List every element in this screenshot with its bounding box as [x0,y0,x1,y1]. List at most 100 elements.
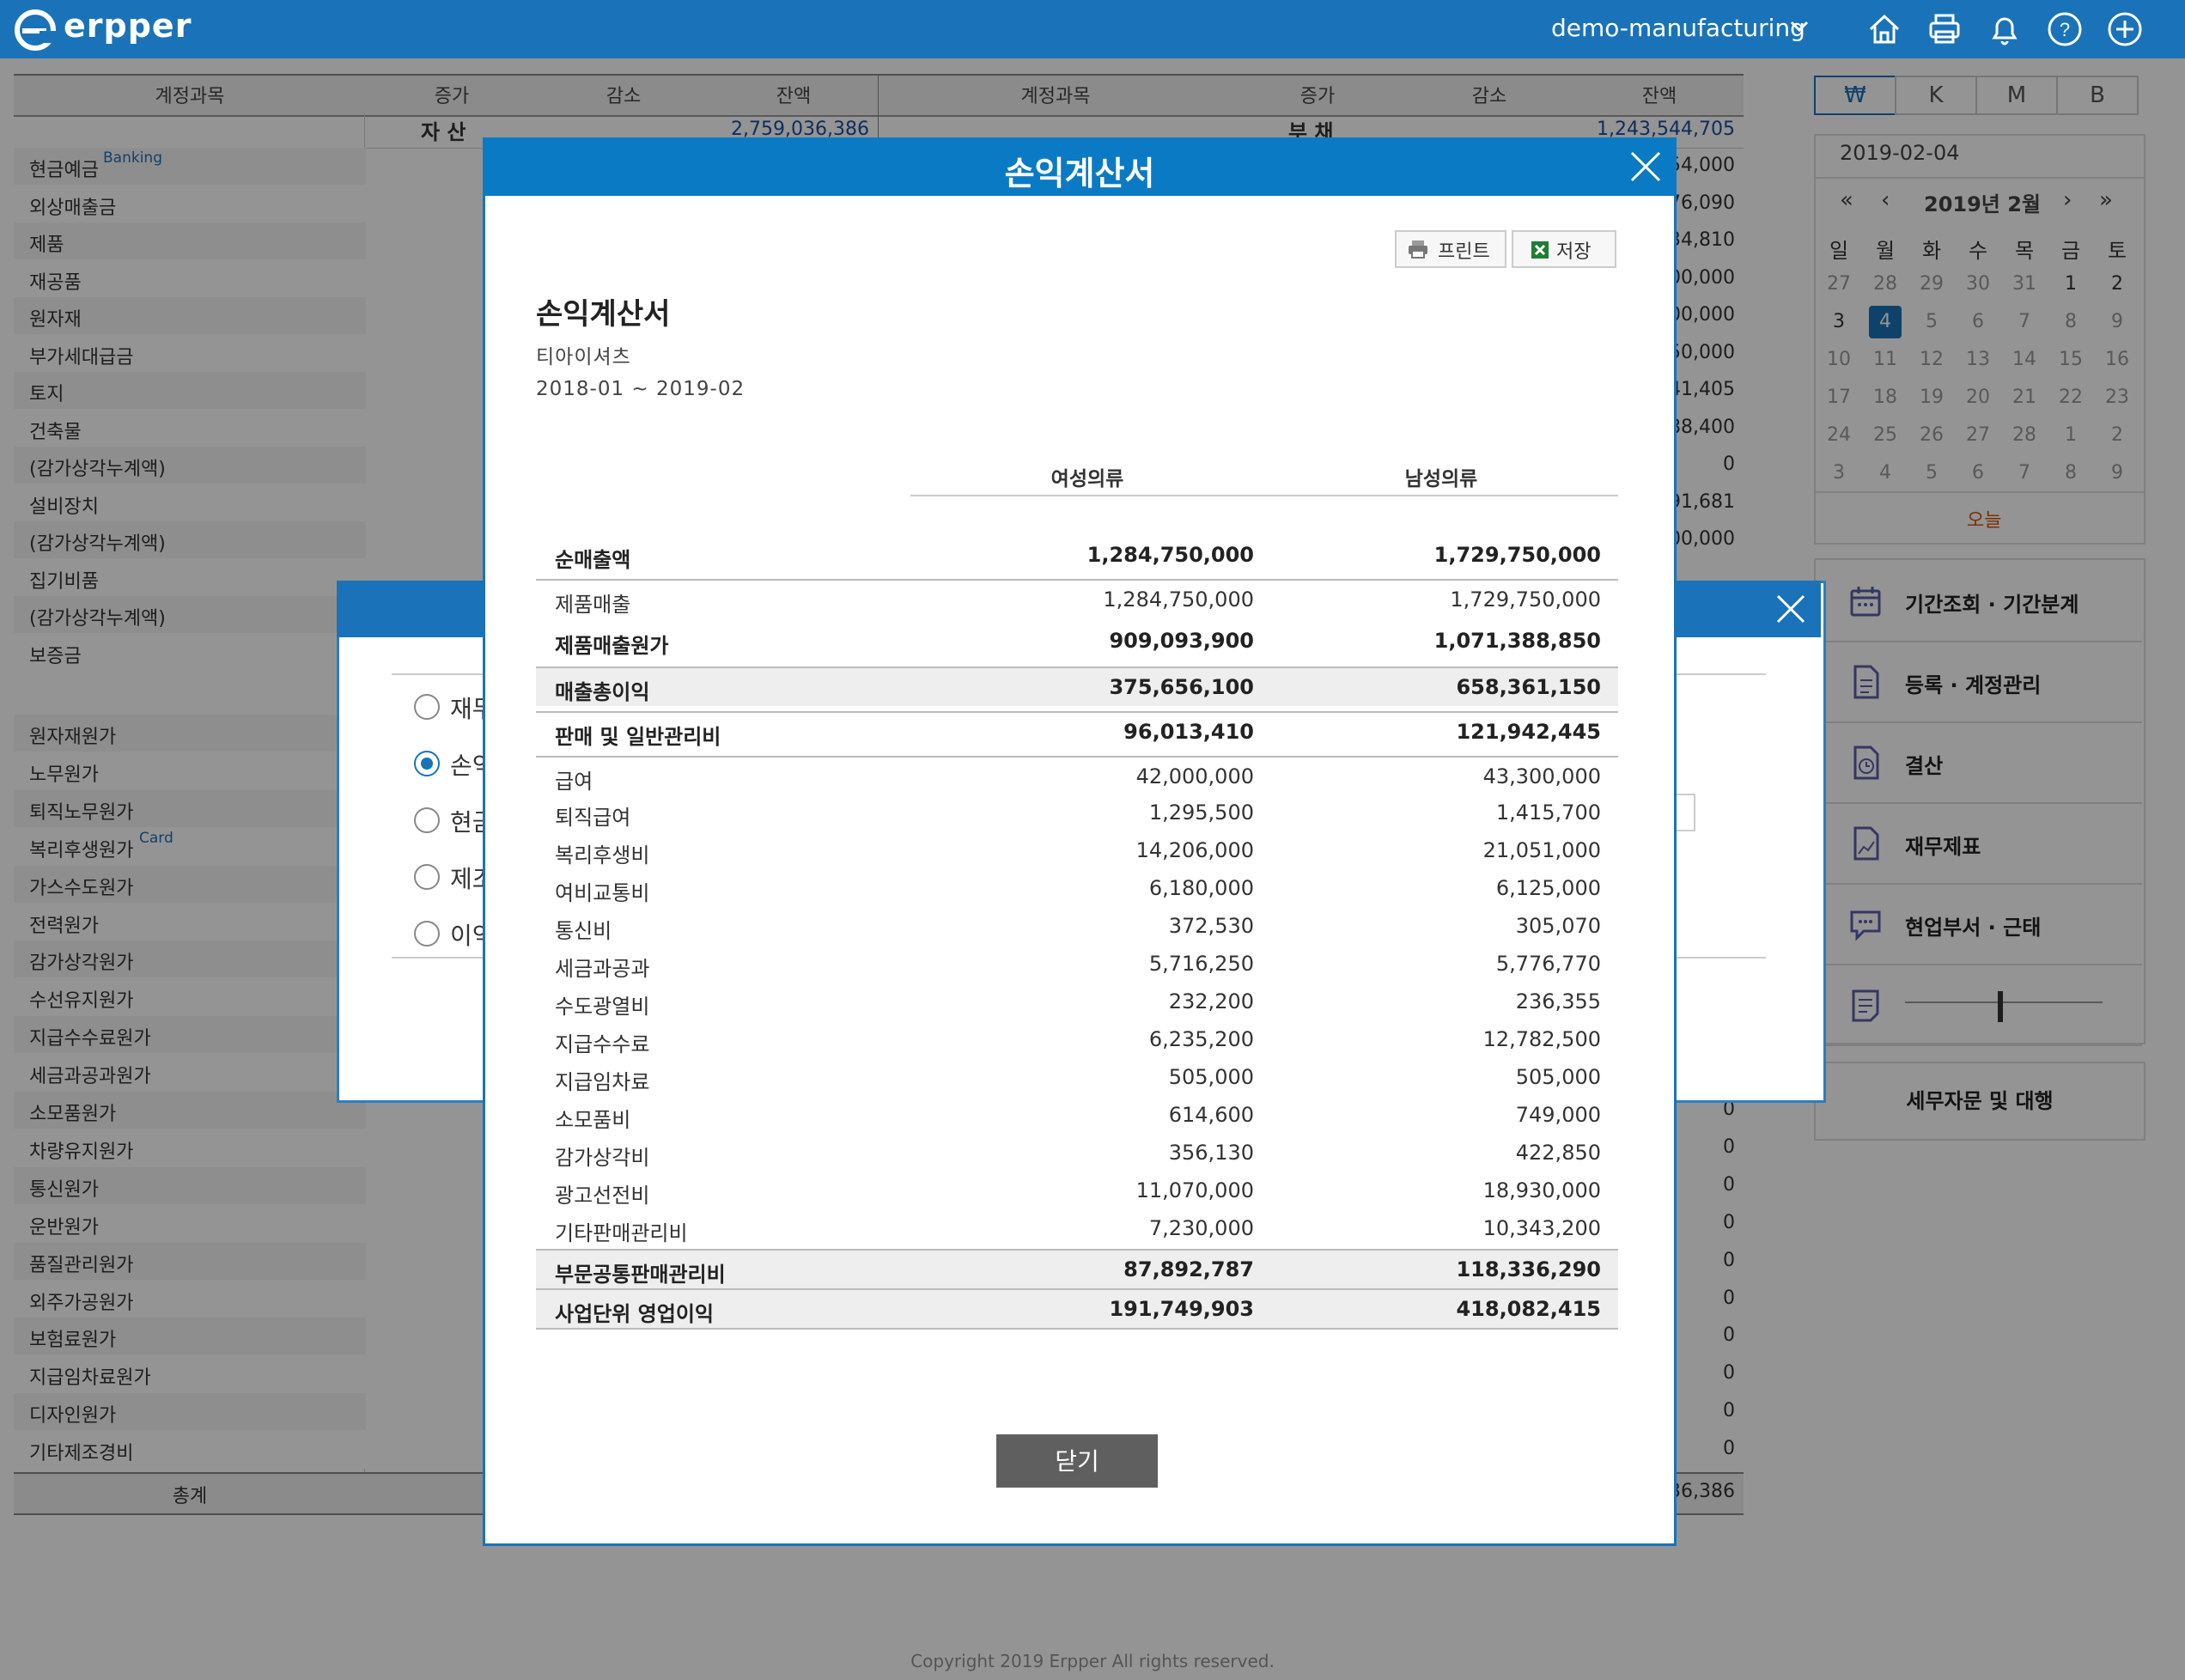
table-row: 세금과공과 5,716,250 5,776,770 [536,945,1618,983]
value-women: 7,230,000 [1148,1216,1254,1240]
svg-text:?: ? [2060,19,2070,40]
excel-icon [1531,241,1549,259]
footer-copyright: Copyright 2019 Erpper All rights reserve… [910,1651,1275,1671]
row-label: 여비교통비 [555,881,650,905]
row-label: 수도광열비 [555,995,650,1019]
value-men: 1,729,750,000 [1450,587,1601,612]
table-row: 제품매출 1,284,750,000 1,729,750,000 [536,579,1618,618]
value-women: 5,716,250 [1148,952,1254,976]
table-row: 감가상각비 356,130 422,850 [536,1134,1618,1172]
value-women: 1,295,500 [1148,800,1254,825]
column-header-women: 여성의류 [1050,468,1124,490]
value-men: 1,071,388,850 [1433,629,1601,653]
document-company: 티아이셔츠 [536,346,631,368]
column-header-men: 남성의류 [1404,468,1478,490]
column-header-rule [910,495,1618,496]
value-men: 21,051,000 [1482,838,1601,862]
value-men: 43,300,000 [1482,764,1601,788]
close-icon[interactable] [1628,149,1663,184]
save-label: 저장 [1556,241,1592,263]
document-period: 2018-01 ~ 2019-02 [536,378,746,400]
value-women: 372,530 [1168,914,1254,938]
table-row: 부문공통판매관리비 87,892,787 118,336,290 [536,1249,1618,1288]
company-selector[interactable]: demo-manufacturing [1551,14,1805,42]
bell-icon[interactable] [1986,10,2024,48]
report-option-radio[interactable] [414,921,440,947]
home-icon[interactable] [1865,10,1903,48]
row-label: 광고선전비 [555,1184,650,1208]
table-row: 소모품비 614,600 749,000 [536,1096,1618,1134]
value-women: 11,070,000 [1135,1178,1254,1202]
report-option-radio[interactable] [414,807,440,833]
row-label: 판매 및 일반관리비 [555,725,721,749]
value-men: 5,776,770 [1495,952,1601,976]
print-label: 프린트 [1438,241,1490,263]
help-icon[interactable]: ? [2046,10,2084,48]
value-women: 6,180,000 [1148,876,1254,900]
value-men: 749,000 [1515,1103,1601,1127]
report-option-radio[interactable] [414,751,440,776]
row-label: 소모품비 [555,1108,631,1132]
table-row: 광고선전비 11,070,000 18,930,000 [536,1172,1618,1209]
report-option-radio[interactable] [414,864,440,890]
value-women: 909,093,900 [1109,629,1254,653]
value-men: 305,070 [1515,914,1601,938]
erpper-logo-icon[interactable] [14,9,57,52]
row-label: 순매출액 [555,548,631,572]
value-women: 1,284,750,000 [1086,543,1254,567]
value-men: 10,343,200 [1482,1216,1601,1240]
table-row: 퇴직급여 1,295,500 1,415,700 [536,794,1618,831]
table-row: 통신비 372,530 305,070 [536,907,1618,945]
print-button[interactable]: 프린트 [1395,230,1506,268]
report-option-radio[interactable] [414,694,440,720]
value-women: 356,130 [1168,1141,1254,1165]
value-women: 96,013,410 [1123,720,1254,744]
table-row: 지급수수료 6,235,200 12,782,500 [536,1020,1618,1058]
value-men: 118,336,290 [1456,1257,1601,1281]
row-label: 제품매출원가 [555,634,669,658]
value-men: 422,850 [1515,1141,1601,1165]
value-men: 1,729,750,000 [1433,543,1601,567]
close-icon[interactable] [1773,591,1809,627]
value-men: 505,000 [1515,1065,1601,1089]
value-women: 14,206,000 [1135,838,1254,862]
row-label: 지급수수료 [555,1032,650,1056]
table-row: 제품매출원가 909,093,900 1,071,388,850 [536,622,1618,660]
close-button[interactable]: 닫기 [996,1434,1158,1488]
modal-title: 손익계산서 [1004,155,1155,192]
print-icon[interactable] [1926,10,1963,48]
row-label: 세금과공과 [555,957,650,981]
table-row: 기타판매관리비 7,230,000 10,343,200 [536,1209,1618,1247]
row-label: 부문공통판매관리비 [555,1263,726,1287]
value-women: 1,284,750,000 [1103,587,1254,612]
row-label: 기타판매관리비 [555,1221,688,1245]
chevron-down-icon[interactable] [1788,15,1811,38]
row-label: 급여 [555,770,593,794]
row-label: 감가상각비 [555,1146,650,1170]
table-bottom-rule [536,1328,1618,1330]
value-women: 614,600 [1168,1103,1254,1127]
save-button[interactable]: 저장 [1512,230,1616,268]
table-row: 매출총이익 375,656,100 658,361,150 [536,667,1618,706]
logo-text[interactable]: erpper [64,7,192,45]
add-icon[interactable] [2106,10,2144,48]
value-men: 6,125,000 [1495,876,1601,900]
table-row: 사업단위 영업이익 191,749,903 418,082,415 [536,1288,1618,1328]
top-navbar [0,0,2185,58]
value-men: 658,361,150 [1456,675,1601,699]
table-row: 판매 및 일반관리비 96,013,410 121,942,445 [536,711,1618,751]
value-women: 87,892,787 [1123,1257,1254,1281]
table-row: 순매출액 1,284,750,000 1,729,750,000 [536,536,1618,574]
row-label: 지급임차료 [555,1070,650,1094]
row-label: 퇴직급여 [555,806,631,830]
value-women: 375,656,100 [1109,675,1254,699]
value-women: 191,749,903 [1109,1297,1254,1321]
row-label: 통신비 [555,919,612,943]
table-row: 복리후생비 14,206,000 21,051,000 [536,831,1618,869]
table-row: 여비교통비 6,180,000 6,125,000 [536,869,1618,907]
row-label: 복리후생비 [555,843,650,867]
value-men: 236,355 [1515,989,1601,1013]
printer-icon [1409,240,1427,259]
table-row: 지급임차료 505,000 505,000 [536,1058,1618,1096]
value-men: 121,942,445 [1456,720,1601,744]
